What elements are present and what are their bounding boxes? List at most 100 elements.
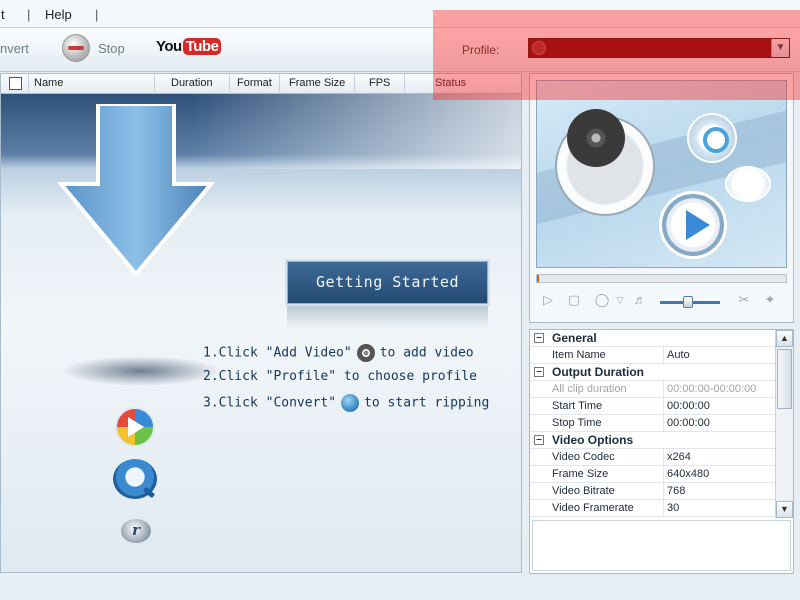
realplayer-icon: r xyxy=(121,519,151,543)
property-row[interactable]: Item Name Auto xyxy=(530,347,775,364)
film-reel-center xyxy=(567,109,625,167)
properties-scrollbar[interactable]: ▲ ▼ xyxy=(775,330,793,518)
scroll-thumb[interactable] xyxy=(777,349,792,409)
play-icon[interactable]: ▷ xyxy=(540,292,556,308)
header-shine xyxy=(191,94,521,169)
chevron-down-icon[interactable]: ▼ xyxy=(771,39,789,57)
property-value[interactable]: 768 xyxy=(666,483,685,499)
youtube-button[interactable]: You Tube xyxy=(156,38,222,55)
preview-screen xyxy=(536,80,787,268)
property-key: Start Time xyxy=(548,398,664,415)
stop-icon[interactable] xyxy=(62,34,90,62)
youtube-logo-tube: Tube xyxy=(182,38,222,55)
quicktime-graphic xyxy=(687,113,737,163)
camera-icon[interactable]: ◯ xyxy=(594,292,610,308)
convert-icon xyxy=(341,394,360,412)
select-all-column xyxy=(1,74,29,94)
property-value[interactable]: 640x480 xyxy=(666,466,709,482)
scissors-icon[interactable]: ✂ xyxy=(736,292,752,308)
property-group[interactable]: – General xyxy=(530,330,775,347)
property-row[interactable]: Frame Size 640x480 xyxy=(530,466,775,483)
property-value[interactable]: Auto xyxy=(666,347,690,363)
volume-icon[interactable]: ♬ xyxy=(632,292,648,308)
arrow-shadow xyxy=(61,356,221,386)
toolbar: nvert Stop You Tube Profile: ▼ xyxy=(0,28,800,72)
file-list-header: Name Duration Format Frame Size FPS Stat… xyxy=(1,74,521,94)
property-group[interactable]: – Video Options xyxy=(530,432,775,449)
properties-panel: – General Item Name Auto – Output Duration All… xyxy=(529,329,794,574)
property-group-title: Output Duration xyxy=(552,365,644,379)
property-value[interactable]: x264 xyxy=(666,449,691,465)
property-row[interactable]: Video Framerate 30 xyxy=(530,500,775,517)
property-group[interactable]: – Output Duration xyxy=(530,364,775,381)
banner-reflection xyxy=(287,306,488,330)
column-fps[interactable]: FPS xyxy=(355,74,405,94)
step-1-text: 1.Click "Add Video" xyxy=(203,345,352,361)
playback-progress-fill xyxy=(537,275,539,282)
step-2-text: 2.Click "Profile" to choose profile xyxy=(203,369,477,384)
profile-label: Profile: xyxy=(462,43,500,57)
menu-separator: | xyxy=(95,7,99,22)
scroll-up-icon[interactable]: ▲ xyxy=(776,330,793,347)
step-1: 1.Click "Add Video" to add video xyxy=(203,344,474,362)
stop-button[interactable]: Stop xyxy=(98,41,125,56)
stop-playback-icon[interactable]: ▢ xyxy=(566,292,582,308)
realplayer-graphic xyxy=(725,166,771,202)
file-list[interactable]: Name Duration Format Frame Size FPS Stat… xyxy=(0,73,522,573)
column-frame-size[interactable]: Frame Size xyxy=(280,74,355,94)
property-description xyxy=(532,520,791,571)
player-controls: ▷ ▢ ◯ ▽ ♬ ✂ ✦ xyxy=(536,287,787,317)
property-key: Video Framerate xyxy=(548,500,664,517)
step-3: 3.Click "Convert" to start ripping xyxy=(203,394,489,412)
menu-bar: t | Help | xyxy=(0,0,800,28)
property-key: All clip duration xyxy=(548,381,664,398)
select-all-checkbox[interactable] xyxy=(9,77,22,90)
menu-separator: | xyxy=(27,7,31,22)
getting-started-banner: Getting Started xyxy=(287,261,488,304)
step-1-text-end: to add video xyxy=(379,345,474,361)
property-row[interactable]: Stop Time 00:00:00 xyxy=(530,415,775,432)
convert-button[interactable]: nvert xyxy=(0,41,29,56)
property-row[interactable]: Start Time 00:00:00 xyxy=(530,398,775,415)
property-value: 00:00:00-00:00:00 xyxy=(667,383,757,395)
property-row: All clip duration 00:00:00-00:00:00 xyxy=(530,381,775,398)
menu-item-help[interactable]: Help xyxy=(45,7,72,22)
property-row[interactable]: Video Codec x264 xyxy=(530,449,775,466)
property-key: Item Name xyxy=(548,347,664,364)
film-reel-icon xyxy=(356,344,375,362)
property-group-title: Video Options xyxy=(552,433,634,447)
step-3-text-end: to start ripping xyxy=(364,395,490,411)
volume-slider-thumb[interactable] xyxy=(683,296,693,308)
collapse-icon[interactable]: – xyxy=(534,435,544,445)
property-key: Stop Time xyxy=(548,415,664,432)
download-arrow-icon xyxy=(56,104,216,278)
property-key: Frame Size xyxy=(548,466,664,483)
collapse-icon[interactable]: – xyxy=(534,367,544,377)
property-value[interactable]: 30 xyxy=(666,500,679,516)
collapse-icon[interactable]: – xyxy=(534,333,544,343)
property-row[interactable]: Video Bitrate 768 xyxy=(530,483,775,500)
scroll-down-icon[interactable]: ▼ xyxy=(776,501,793,518)
play-graphic xyxy=(659,191,727,259)
profile-select[interactable]: ▼ xyxy=(528,38,790,58)
properties-grid: – General Item Name Auto – Output Duration All… xyxy=(530,330,775,518)
profile-reel-icon xyxy=(532,41,546,55)
step-2: 2.Click "Profile" to choose profile xyxy=(203,369,477,384)
column-name[interactable]: Name xyxy=(29,74,155,94)
column-status[interactable]: Status xyxy=(405,74,521,94)
property-key: Video Bitrate xyxy=(548,483,664,500)
chevron-down-icon[interactable]: ▽ xyxy=(612,292,628,308)
column-format[interactable]: Format xyxy=(230,74,280,94)
property-value[interactable]: 00:00:00 xyxy=(666,398,710,414)
column-duration[interactable]: Duration xyxy=(155,74,230,94)
step-3-text: 3.Click "Convert" xyxy=(203,395,337,411)
playback-progress[interactable] xyxy=(536,274,787,283)
menu-item-partial[interactable]: t xyxy=(1,7,5,22)
wand-icon[interactable]: ✦ xyxy=(762,292,778,308)
windows-media-icon xyxy=(115,407,155,447)
property-key: Video Codec xyxy=(548,449,664,466)
getting-started-panel: r Getting Started 1.Click "Add Video" to … xyxy=(1,94,521,572)
quicktime-icon xyxy=(113,459,157,499)
preview-panel: ▷ ▢ ◯ ▽ ♬ ✂ ✦ xyxy=(529,73,794,323)
property-value[interactable]: 00:00:00 xyxy=(666,415,710,431)
